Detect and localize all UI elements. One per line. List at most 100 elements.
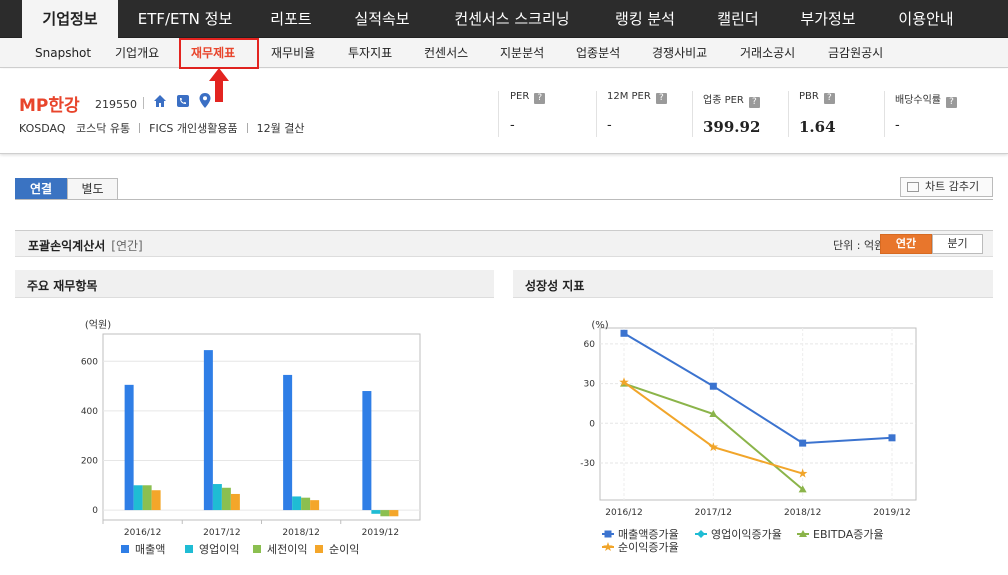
- location-pin-icon[interactable]: [199, 93, 211, 112]
- bar-0-1: [203, 350, 213, 511]
- stock-code: 219550: [95, 98, 137, 111]
- point-0-0: [620, 329, 628, 337]
- subnav-consensus[interactable]: 컨센서스: [424, 38, 468, 68]
- bar-0-3: [362, 391, 372, 511]
- divider: [15, 199, 993, 200]
- y-tick-label: 600: [81, 357, 98, 367]
- legend-marker: [604, 530, 612, 538]
- legend-label: 영업이익증가율: [711, 528, 782, 541]
- financial-items-bar-chart: (억원) 0 200 400 600 2016/12 2017/12 2018/12 2019/…: [81, 319, 421, 556]
- growth-line-chart: (%) -30 0 30 60 2016/12 2017/12 2018/12 2019/12 매…: [580, 320, 917, 554]
- panel-title: 성장성 지표: [525, 279, 585, 293]
- company-name: MP한강: [19, 96, 80, 116]
- metric-per-value: -: [510, 118, 515, 133]
- subnav-company-overview[interactable]: 기업개요: [115, 38, 159, 68]
- tab-consensus-screening[interactable]: 컨센서스 스크리닝: [438, 0, 586, 38]
- bar-3-3: [389, 510, 399, 517]
- subnav-industry-analysis[interactable]: 업종분석: [576, 38, 620, 68]
- legend-label: 세전이익: [267, 543, 307, 556]
- metric-pbr: PBR? 1.64: [799, 91, 836, 136]
- subnav-snapshot[interactable]: Snapshot: [35, 38, 91, 68]
- metric-pbr-value: 1.64: [799, 118, 836, 136]
- y-tick-label: 30: [584, 380, 596, 390]
- company-header: MP한강 219550 KOSDAQ 코스닥 유통 FICS 개인생활용품 12월 …: [0, 69, 1008, 154]
- x-tick-label: 2019/12: [873, 508, 910, 518]
- subnav-shareholding[interactable]: 지분분석: [500, 38, 544, 68]
- legend-label: 영업이익: [199, 543, 239, 556]
- subnav-fss-disclosure[interactable]: 금감원공시: [828, 38, 883, 68]
- x-tick-label: 2016/12: [124, 528, 161, 538]
- period-quarter-button[interactable]: 분기: [932, 234, 983, 254]
- y-axis-label: (%): [591, 320, 608, 331]
- subnav-financial-ratios[interactable]: 재무비율: [271, 38, 315, 68]
- legend-label: 매출액증가율: [618, 528, 679, 541]
- bar-2-3: [380, 510, 390, 517]
- legend-marker: [697, 530, 705, 538]
- metric-dividend-yield-value: -: [895, 118, 900, 133]
- divider: [143, 97, 144, 109]
- bar-chart-container: (억원) 0 200 400 600 2016/12 2017/12 2018/12 2019/…: [15, 298, 494, 571]
- line-chart-container: (%) -30 0 30 60 2016/12 2017/12 2018/12 2019/12 매…: [513, 298, 993, 571]
- help-icon[interactable]: ?: [946, 97, 957, 108]
- tab-report[interactable]: 리포트: [255, 0, 327, 38]
- tab-guide[interactable]: 이용안내: [883, 0, 969, 38]
- bar-0-2: [283, 374, 293, 511]
- home-icon[interactable]: [153, 93, 167, 112]
- y-axis-label: (억원): [85, 319, 111, 331]
- tab-consolidated[interactable]: 연결: [15, 178, 67, 200]
- y-tick-label: 200: [81, 456, 98, 466]
- subnav-exchange-disclosure[interactable]: 거래소공시: [740, 38, 795, 68]
- tab-ranking[interactable]: 랭킹 분석: [600, 0, 690, 38]
- phone-icon[interactable]: [176, 93, 190, 112]
- tab-earnings[interactable]: 실적속보: [340, 0, 424, 38]
- help-icon[interactable]: ?: [655, 93, 667, 104]
- market-label: KOSDAQ: [19, 122, 66, 135]
- x-tick-label: 2019/12: [362, 528, 399, 538]
- help-icon[interactable]: ?: [748, 97, 760, 108]
- help-icon[interactable]: ?: [823, 93, 835, 104]
- help-icon[interactable]: ?: [534, 93, 546, 104]
- subnav-investment-indicators[interactable]: 투자지표: [348, 38, 392, 68]
- bar-1-1: [212, 484, 222, 511]
- metric-12m-per: 12M PER? -: [607, 91, 667, 141]
- legend-label: 매출액: [135, 543, 165, 556]
- section-subtitle: [연간]: [111, 239, 143, 253]
- bar-1-3: [371, 510, 381, 514]
- tab-calendar[interactable]: 캘린더: [703, 0, 773, 38]
- tab-additional-info[interactable]: 부가정보: [786, 0, 870, 38]
- x-tick-label: 2018/12: [282, 528, 319, 538]
- period-annual-button[interactable]: 연간: [880, 234, 932, 254]
- panel-title: 주요 재무항목: [27, 279, 98, 293]
- x-tick-label: 2017/12: [695, 508, 732, 518]
- y-tick-label: -30: [580, 459, 595, 469]
- legend-swatch: [315, 545, 323, 553]
- tab-company-info[interactable]: 기업정보: [22, 0, 118, 38]
- bar-3-2: [310, 500, 320, 511]
- tab-separate[interactable]: 별도: [67, 178, 118, 200]
- x-tick-label: 2018/12: [784, 508, 821, 518]
- company-meta: KOSDAQ 코스닥 유통 FICS 개인생활용품 12월 결산: [19, 120, 304, 136]
- company-icons: [153, 93, 215, 111]
- point-0-1: [709, 382, 717, 390]
- hide-chart-button[interactable]: 차트 감추기: [900, 177, 993, 197]
- metric-industry-per: 업종 PER? 399.92: [703, 95, 761, 136]
- y-tick-label: 400: [81, 407, 98, 417]
- bar-2-0: [142, 485, 152, 511]
- y-tick-label: 60: [584, 340, 596, 350]
- x-tick-label: 2016/12: [605, 508, 642, 518]
- point-0-3: [888, 434, 896, 442]
- bar-1-0: [133, 485, 143, 511]
- top-navigation: 기업정보 ETF/ETN 정보 리포트 실적속보 컨센서스 스크리닝 랭킹 분석…: [0, 0, 1008, 38]
- chart-icon: [907, 182, 919, 192]
- y-tick-label: 0: [92, 506, 98, 516]
- bar-3-1: [230, 493, 240, 511]
- subnav-peer-comparison[interactable]: 경쟁사비교: [652, 38, 707, 68]
- metric-industry-per-value: 399.92: [703, 118, 761, 136]
- fics-label: FICS 개인생활용품: [149, 122, 238, 135]
- settlement-label: 12월 결산: [256, 122, 305, 135]
- legend-marker: [603, 542, 613, 551]
- bar-2-1: [221, 487, 231, 511]
- tab-etf-etn[interactable]: ETF/ETN 정보: [127, 0, 243, 38]
- sector-label: 코스닥 유통: [76, 122, 131, 135]
- legend-label: EBITDA증가율: [813, 528, 884, 541]
